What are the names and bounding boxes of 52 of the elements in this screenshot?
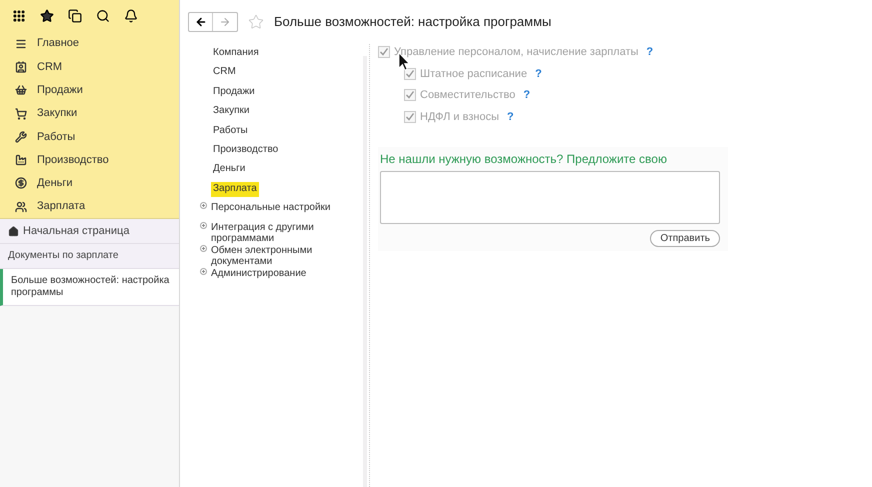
forward-arrow-icon [219, 16, 231, 28]
cart-icon [15, 108, 27, 120]
tree-item[interactable]: Зарплата [211, 182, 259, 197]
section-item[interactable]: Зарплата [0, 195, 179, 218]
page-title: Больше возможностей: настройка программы [274, 13, 552, 32]
wrench-icon [15, 130, 27, 143]
back-arrow-icon [194, 16, 206, 28]
tree-item[interactable]: Персональные настройки [211, 201, 330, 214]
history-icon[interactable] [68, 9, 82, 23]
coin-icon [15, 177, 27, 190]
expand-icon[interactable] [200, 268, 207, 275]
tree-item[interactable]: Деньги [213, 162, 246, 174]
home-icon [8, 226, 19, 238]
option-label: НДФЛ и взносы [420, 110, 499, 124]
expand-icon[interactable] [200, 222, 207, 229]
people-icon [15, 200, 27, 213]
send-button[interactable]: Отправить [650, 230, 720, 247]
option-label: Совместительство [420, 88, 516, 103]
section-item[interactable]: CRM [0, 55, 179, 79]
tree-item[interactable]: Закупки [213, 104, 250, 116]
tree-item[interactable]: Производство [213, 142, 278, 155]
section-item[interactable]: Деньги [0, 172, 179, 196]
section-item[interactable]: Работы [0, 125, 179, 148]
tree-item[interactable]: Обмен электронными документами [211, 244, 351, 267]
tree-item[interactable]: Администрирование [211, 266, 306, 279]
contact-card-icon [15, 60, 27, 73]
menu-icon [15, 38, 27, 50]
basket-icon [15, 84, 27, 96]
option-label: Управление персоналом, начисление зарплаты [394, 45, 638, 60]
open-window-tab[interactable]: Документы по зарплате [0, 244, 179, 270]
search-icon[interactable] [96, 9, 110, 23]
apps-grid-icon[interactable] [12, 9, 26, 23]
tree-item[interactable]: Работы [213, 124, 248, 136]
tree-item[interactable]: Компания [213, 46, 259, 58]
tree-item[interactable]: Интеграция с другими программами [211, 220, 351, 244]
section-item[interactable]: Главное [0, 32, 179, 56]
tree-item[interactable]: Продажи [213, 84, 255, 97]
favorites-star-icon[interactable] [40, 9, 54, 23]
expand-icon[interactable] [200, 244, 207, 252]
bell-icon[interactable] [124, 9, 138, 23]
factory-icon [15, 154, 27, 166]
suggestion-title: Не нашли нужную возможность? Предложите свою [379, 151, 668, 168]
section-item[interactable]: Производство [0, 148, 179, 172]
open-window-tab[interactable]: Начальная страница [0, 219, 179, 244]
favorite-star-icon[interactable] [248, 14, 264, 30]
option-label: Штатное расписание [420, 66, 528, 82]
section-item[interactable]: Закупки [0, 102, 179, 126]
open-window-tab[interactable]: Больше возможностей: настройка программы [0, 269, 179, 306]
suggestion-field[interactable] [380, 171, 720, 224]
tree-item[interactable]: CRM [213, 65, 236, 78]
expand-icon[interactable] [200, 202, 207, 210]
section-item[interactable]: Продажи [0, 78, 179, 102]
